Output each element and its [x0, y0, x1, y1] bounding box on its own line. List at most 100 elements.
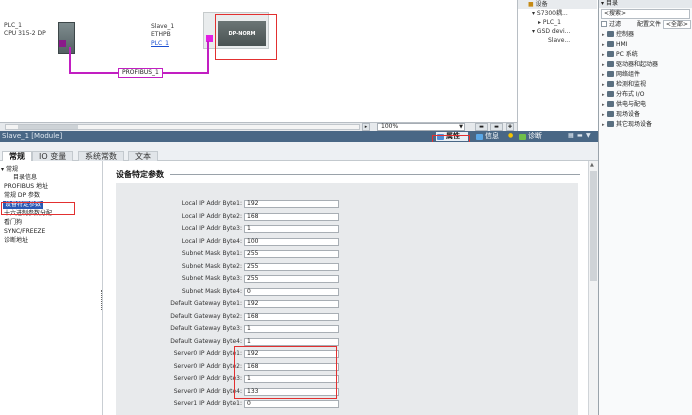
profibus-line — [69, 47, 71, 74]
network-view-canvas[interactable]: PLC_1 CPU 315-2 DP Slave_1 ETHPB PLC_1 D… — [0, 0, 517, 122]
catalog-item-label: HMI — [616, 41, 628, 48]
zoom-arrow-icon[interactable]: ▸ — [362, 123, 370, 131]
slave-name: Slave_1 — [151, 23, 175, 30]
highlight-box — [234, 346, 337, 399]
filter-label: 过滤 — [609, 21, 622, 28]
tab-info[interactable]: 信息 — [475, 132, 507, 141]
slave-device-label[interactable]: Slave_1 ETHPB PLC_1 — [151, 23, 174, 48]
overview-item[interactable]: ▾ S7300耦... — [518, 9, 597, 18]
param-value-field[interactable]: 0 — [244, 287, 339, 296]
param-value-field[interactable]: 100 — [244, 237, 339, 246]
param-label: Subnet Mask Byte4: — [181, 287, 242, 295]
catalog-item[interactable]: ▸ 检测和监视 — [599, 80, 692, 90]
catalog-tree: ▸ 控制器 ▸ HMI ▸ PC 系统 ▸ 驱动器和起动器 ▸ 网络组件 ▸ 检测和监视 ▸… — [599, 30, 692, 130]
scrollbar-thumb[interactable] — [590, 171, 597, 281]
properties-nav: ▾ 常规 目录信息 PROFIBUS 地址 常规 DP 参数 设备特定参数 十六… — [0, 161, 103, 415]
catalog-item[interactable]: ▸ 控制器 — [599, 30, 692, 40]
tab-diagnostics-label: 诊断 — [528, 132, 542, 140]
tab-diagnostics[interactable]: 诊断 — [518, 132, 550, 141]
zoom-value: 100% — [381, 123, 399, 130]
profile-select[interactable]: <全部> — [662, 20, 691, 29]
profile-label: 配置文件 — [636, 21, 661, 28]
window-layout-icon[interactable]: ▦ — [568, 132, 574, 139]
tab-io-tags[interactable]: IO 变量 — [32, 151, 74, 161]
zoom-slider-icon[interactable]: ▬ — [475, 123, 488, 131]
slave-master-link[interactable]: PLC_1 — [151, 40, 174, 48]
param-value-field[interactable]: 192 — [244, 300, 339, 308]
plc-profibus-port[interactable] — [59, 40, 66, 47]
editor-tab-bar: 常规 IO 变量 系统常数 文本 — [0, 142, 598, 162]
content-vertical-scrollbar[interactable]: ▲ — [588, 161, 598, 415]
overview-item[interactable]: ▸ PLC_1 — [518, 18, 597, 27]
param-value-field[interactable]: 255 — [244, 250, 339, 258]
chevron-up-icon[interactable]: ▲ — [590, 162, 594, 168]
overview-item-label: S7300耦... — [536, 10, 568, 17]
maximize-icon[interactable]: ▼ — [586, 132, 591, 139]
zoom-fit-icon[interactable]: ▬ — [490, 123, 503, 131]
nav-item-sync-freeze[interactable]: SYNC/FREEZE — [4, 228, 45, 236]
folder-icon — [607, 61, 614, 67]
folder-icon — [607, 51, 614, 57]
diagnostics-icon — [519, 134, 526, 140]
catalog-item-label: 网络组件 — [616, 71, 641, 78]
plc-device-label[interactable]: PLC_1 CPU 315-2 DP — [4, 22, 46, 38]
param-value-field[interactable]: 168 — [244, 312, 339, 321]
nav-item-general-dp-params[interactable]: 常规 DP 参数 — [4, 192, 40, 200]
tab-texts[interactable]: 文本 — [128, 151, 158, 161]
param-value-field[interactable]: 1 — [244, 225, 339, 233]
profibus-network-label[interactable]: PROFIBUS_1 — [118, 68, 163, 78]
param-value-field[interactable]: 192 — [244, 200, 339, 208]
catalog-item[interactable]: ▸ 分布式 I/O — [599, 90, 692, 100]
catalog-item[interactable]: ▸ PC 系统 — [599, 50, 692, 60]
catalog-item[interactable]: ▸ HMI — [599, 40, 692, 50]
param-value-field[interactable]: 255 — [244, 262, 339, 271]
param-value-field[interactable]: 168 — [244, 212, 339, 221]
catalog-search-input[interactable]: <搜索> — [601, 9, 690, 19]
folder-icon — [607, 31, 614, 37]
param-label: Subnet Mask Byte2: — [181, 262, 242, 270]
param-label: Default Gateway Byte3: — [170, 325, 242, 332]
param-label: Subnet Mask Byte3: — [181, 275, 242, 282]
catalog-item[interactable]: ▸ 网络组件 — [599, 70, 692, 80]
overview-item[interactable]: Slave... — [518, 36, 597, 45]
nav-item-watchdog[interactable]: 看门狗 — [4, 219, 22, 227]
param-label: Local IP Addr Byte3: — [181, 225, 242, 232]
slave-type: ETHPB — [151, 31, 171, 38]
nav-item-diagnostic-address[interactable]: 诊断地址 — [4, 237, 28, 245]
catalog-item[interactable]: ▸ 驱动器和起动器 — [599, 60, 692, 70]
catalog-item[interactable]: ▸ 供电与配电 — [599, 100, 692, 110]
catalog-title: 目录 — [606, 0, 619, 7]
folder-icon — [607, 81, 614, 87]
param-label: Default Gateway Byte4: — [170, 337, 242, 345]
profibus-line — [207, 41, 209, 74]
filter-checkbox[interactable] — [601, 21, 607, 27]
zoom-icon[interactable]: ✚ — [506, 123, 514, 131]
catalog-item-label: 其它现场设备 — [616, 121, 653, 128]
param-value-field[interactable]: 1 — [244, 337, 339, 346]
zoom-select[interactable]: 100% ▼ — [377, 123, 465, 131]
catalog-header[interactable]: ▾ 目录 — [599, 0, 692, 8]
overview-item-label: Slave... — [548, 37, 571, 44]
catalog-item-label: PC 系统 — [616, 51, 638, 58]
catalog-item-label: 驱动器和起动器 — [616, 61, 659, 68]
param-label: Default Gateway Byte1: — [170, 300, 242, 307]
param-value-field[interactable]: 255 — [244, 275, 339, 283]
param-value-field[interactable]: 0 — [244, 400, 339, 408]
catalog-item[interactable]: ▸ 现场设备 — [599, 110, 692, 120]
parameter-panel: Local IP Addr Byte1: 192 Local IP Addr Byt… — [116, 183, 578, 415]
nav-item-profibus-address[interactable]: PROFIBUS 地址 — [4, 183, 48, 191]
tab-system-constants[interactable]: 系统常数 — [78, 151, 124, 161]
param-label: Local IP Addr Byte1: — [181, 200, 242, 207]
plc-name: PLC_1 — [4, 22, 22, 29]
minimize-icon[interactable]: ▬ — [577, 132, 583, 139]
catalog-filter-row: 过滤 配置文件 <全部> — [599, 20, 692, 30]
param-label: Server0 IP Addr Byte2: — [173, 362, 242, 370]
param-value-field[interactable]: 1 — [244, 325, 339, 333]
plc-device-icon[interactable] — [58, 22, 75, 54]
nav-item-catalog-info[interactable]: 目录信息 — [13, 174, 37, 182]
nav-item-general[interactable]: ▾ 常规 — [1, 166, 18, 174]
inspector-title: Slave_1 [Module] — [2, 132, 63, 140]
overview-item[interactable]: ▾ GSD devi... — [518, 27, 597, 36]
catalog-item[interactable]: ▸ 其它现场设备 — [599, 120, 692, 130]
scrollbar-thumb[interactable] — [18, 125, 78, 129]
